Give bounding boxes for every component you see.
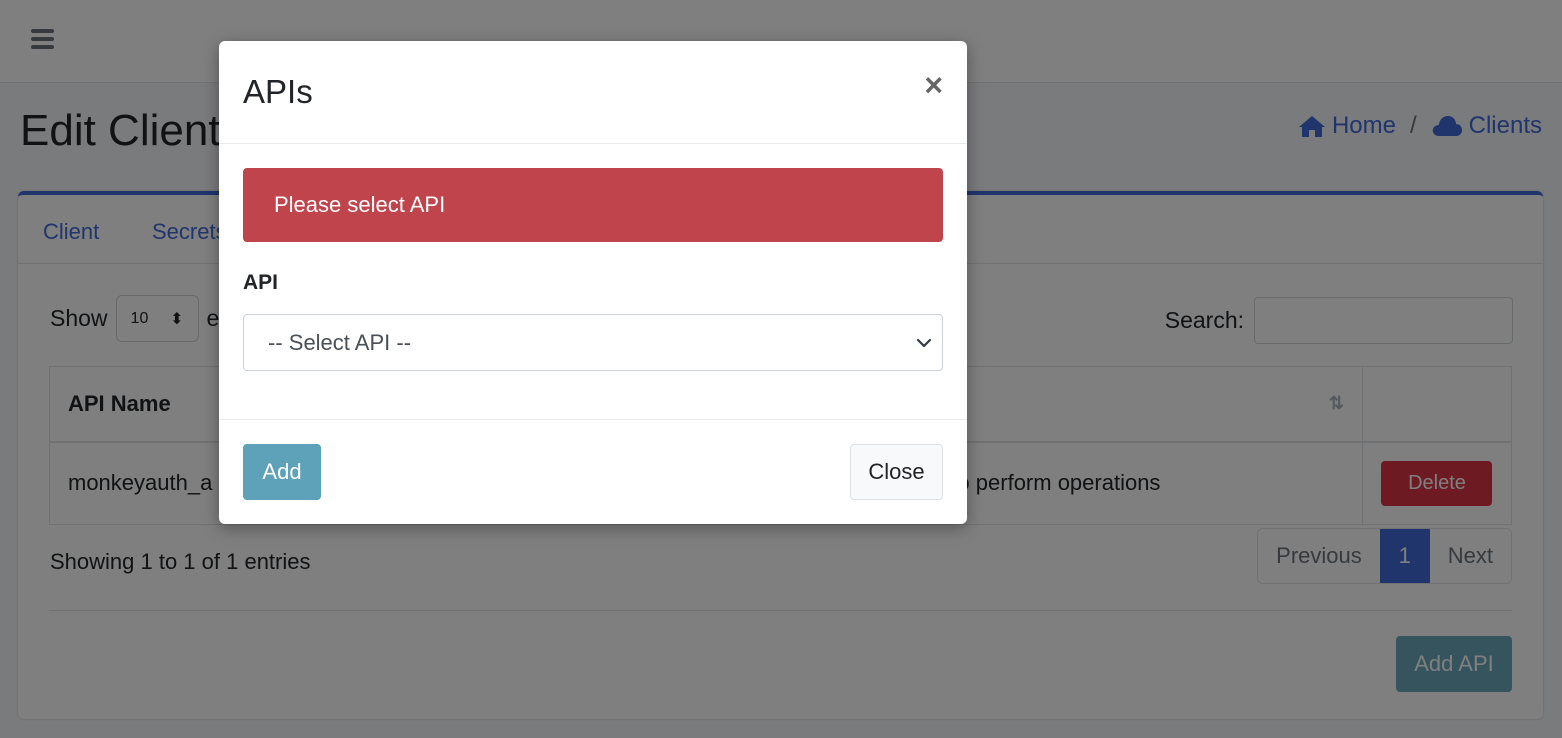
api-select-value: -- Select API -- [268, 329, 412, 355]
modal-title: APIs [243, 73, 313, 110]
modal-header: APIs × [219, 41, 967, 144]
api-select[interactable]: -- Select API -- [243, 314, 943, 371]
add-button[interactable]: Add [243, 444, 321, 500]
chevron-down-icon [914, 333, 934, 353]
close-button[interactable]: Close [850, 444, 943, 500]
apis-modal: APIs × Please select API API -- Select A… [219, 41, 967, 524]
api-field-label: API [243, 271, 279, 294]
error-alert: Please select API [243, 168, 943, 242]
close-icon[interactable]: × [924, 69, 943, 101]
modal-footer: Add Close [219, 419, 967, 524]
